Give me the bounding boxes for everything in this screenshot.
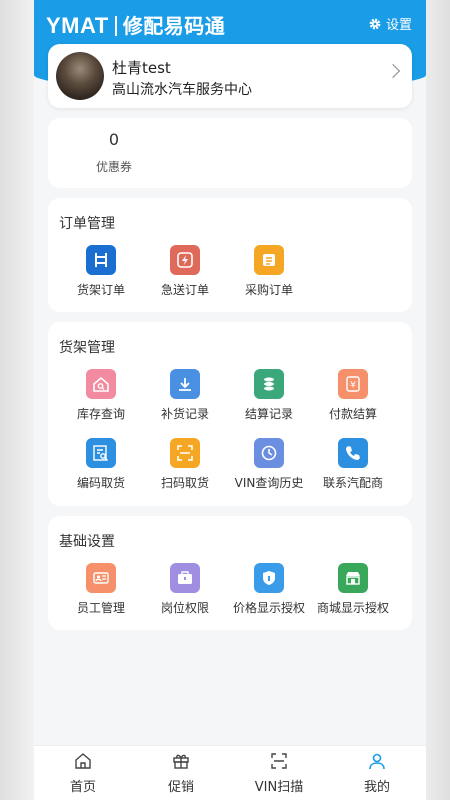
bottom-tab-bar: 首页 促销 VIN扫描 我的 bbox=[34, 745, 426, 800]
home-icon bbox=[75, 753, 91, 769]
scan-pickup-icon bbox=[170, 438, 200, 468]
tab-label: 首页 bbox=[69, 780, 96, 795]
tab-promotion[interactable]: 促销 bbox=[132, 752, 230, 795]
shelf-section: 货架管理 库存查询 补货记录 结算记录 ¥ 付款结算 编码取货 扫码取货 VIN… bbox=[48, 322, 412, 506]
vin-history-button[interactable]: VIN查询历史 bbox=[226, 438, 312, 491]
inventory-button[interactable]: 库存查询 bbox=[58, 369, 144, 422]
settings-label: 设置 bbox=[385, 18, 412, 33]
item-label: 编码取货 bbox=[76, 476, 125, 490]
shelf-order-button[interactable]: 货架订单 bbox=[58, 245, 144, 298]
tab-label: VIN扫描 bbox=[254, 780, 304, 795]
tab-label: 我的 bbox=[363, 780, 390, 795]
user-org: 高山流水汽车服务中心 bbox=[112, 82, 252, 98]
chevron-right-icon bbox=[385, 63, 401, 79]
shelf-order-icon bbox=[86, 245, 116, 275]
profile-card[interactable]: 杜青test 高山流水汽车服务中心 bbox=[48, 44, 412, 108]
item-label: VIN查询历史 bbox=[234, 476, 304, 490]
tab-home[interactable]: 首页 bbox=[34, 752, 132, 795]
app-logo: YMAT 修配易码通 bbox=[46, 10, 225, 39]
section-title: 货架管理 bbox=[59, 340, 115, 356]
item-label: 商城显示授权 bbox=[316, 601, 389, 615]
app-title: 修配易码通 bbox=[122, 14, 226, 38]
scan-pickup-button[interactable]: 扫码取货 bbox=[142, 438, 228, 491]
staff-icon bbox=[86, 563, 116, 593]
scan-icon bbox=[271, 753, 287, 769]
avatar bbox=[56, 52, 104, 100]
purchase-order-button[interactable]: 采购订单 bbox=[226, 245, 312, 298]
briefcase-icon bbox=[170, 563, 200, 593]
settlement-icon bbox=[254, 369, 284, 399]
inventory-icon bbox=[86, 369, 116, 399]
price-auth-button[interactable]: 价格显示授权 bbox=[226, 563, 312, 616]
urgent-order-button[interactable]: 急送订单 bbox=[142, 245, 228, 298]
item-label: 急送订单 bbox=[160, 283, 209, 297]
section-title: 基础设置 bbox=[59, 534, 115, 550]
payment-button[interactable]: ¥ 付款结算 bbox=[310, 369, 396, 422]
section-title: 订单管理 bbox=[59, 216, 115, 232]
item-label: 采购订单 bbox=[244, 283, 293, 297]
coupon-label: 优惠券 bbox=[95, 160, 132, 174]
mall-auth-button[interactable]: 商城显示授权 bbox=[310, 563, 396, 616]
vin-history-icon bbox=[254, 438, 284, 468]
restock-button[interactable]: 补货记录 bbox=[142, 369, 228, 422]
item-label: 扫码取货 bbox=[160, 476, 209, 490]
brand-text: YMAT bbox=[46, 13, 109, 38]
coupon-count: 0 bbox=[108, 130, 120, 149]
phone-icon bbox=[338, 438, 368, 468]
urgent-order-icon bbox=[170, 245, 200, 275]
item-label: 付款结算 bbox=[328, 407, 377, 421]
item-label: 员工管理 bbox=[76, 601, 125, 615]
item-label: 价格显示授权 bbox=[232, 601, 305, 615]
item-label: 补货记录 bbox=[160, 407, 209, 421]
tab-mine[interactable]: 我的 bbox=[328, 752, 426, 795]
shield-icon bbox=[254, 563, 284, 593]
role-button[interactable]: 岗位权限 bbox=[142, 563, 228, 616]
user-name: 杜青test bbox=[112, 59, 171, 77]
item-label: 岗位权限 bbox=[160, 601, 209, 615]
staff-button[interactable]: 员工管理 bbox=[58, 563, 144, 616]
gift-icon bbox=[173, 754, 189, 769]
order-section: 订单管理 货架订单 急送订单 采购订单 bbox=[48, 198, 412, 312]
item-label: 结算记录 bbox=[244, 407, 293, 421]
base-settings-section: 基础设置 员工管理 岗位权限 价格显示授权 商城显示授权 bbox=[48, 516, 412, 630]
tab-label: 促销 bbox=[167, 780, 194, 795]
app-screen: YMAT 修配易码通 设置 杜青test 高山流水汽车服务中心 0 优惠券 订单管… bbox=[34, 0, 426, 800]
item-label: 货架订单 bbox=[76, 283, 125, 297]
user-icon bbox=[369, 753, 385, 770]
settlement-button[interactable]: 结算记录 bbox=[226, 369, 312, 422]
payment-icon: ¥ bbox=[338, 369, 368, 399]
store-icon bbox=[338, 563, 368, 593]
code-pickup-icon bbox=[86, 438, 116, 468]
svg-text:¥: ¥ bbox=[350, 381, 356, 391]
contact-supplier-button[interactable]: 联系汽配商 bbox=[310, 438, 396, 491]
coupon-card[interactable]: 0 优惠券 bbox=[48, 118, 412, 188]
purchase-order-icon bbox=[254, 245, 284, 275]
restock-icon bbox=[170, 369, 200, 399]
tab-vin-scan[interactable]: VIN扫描 bbox=[230, 752, 328, 795]
item-label: 库存查询 bbox=[76, 407, 125, 421]
code-pickup-button[interactable]: 编码取货 bbox=[58, 438, 144, 491]
gear-icon bbox=[369, 18, 381, 29]
item-label: 联系汽配商 bbox=[322, 476, 383, 490]
settings-button[interactable]: 设置 bbox=[368, 14, 412, 33]
